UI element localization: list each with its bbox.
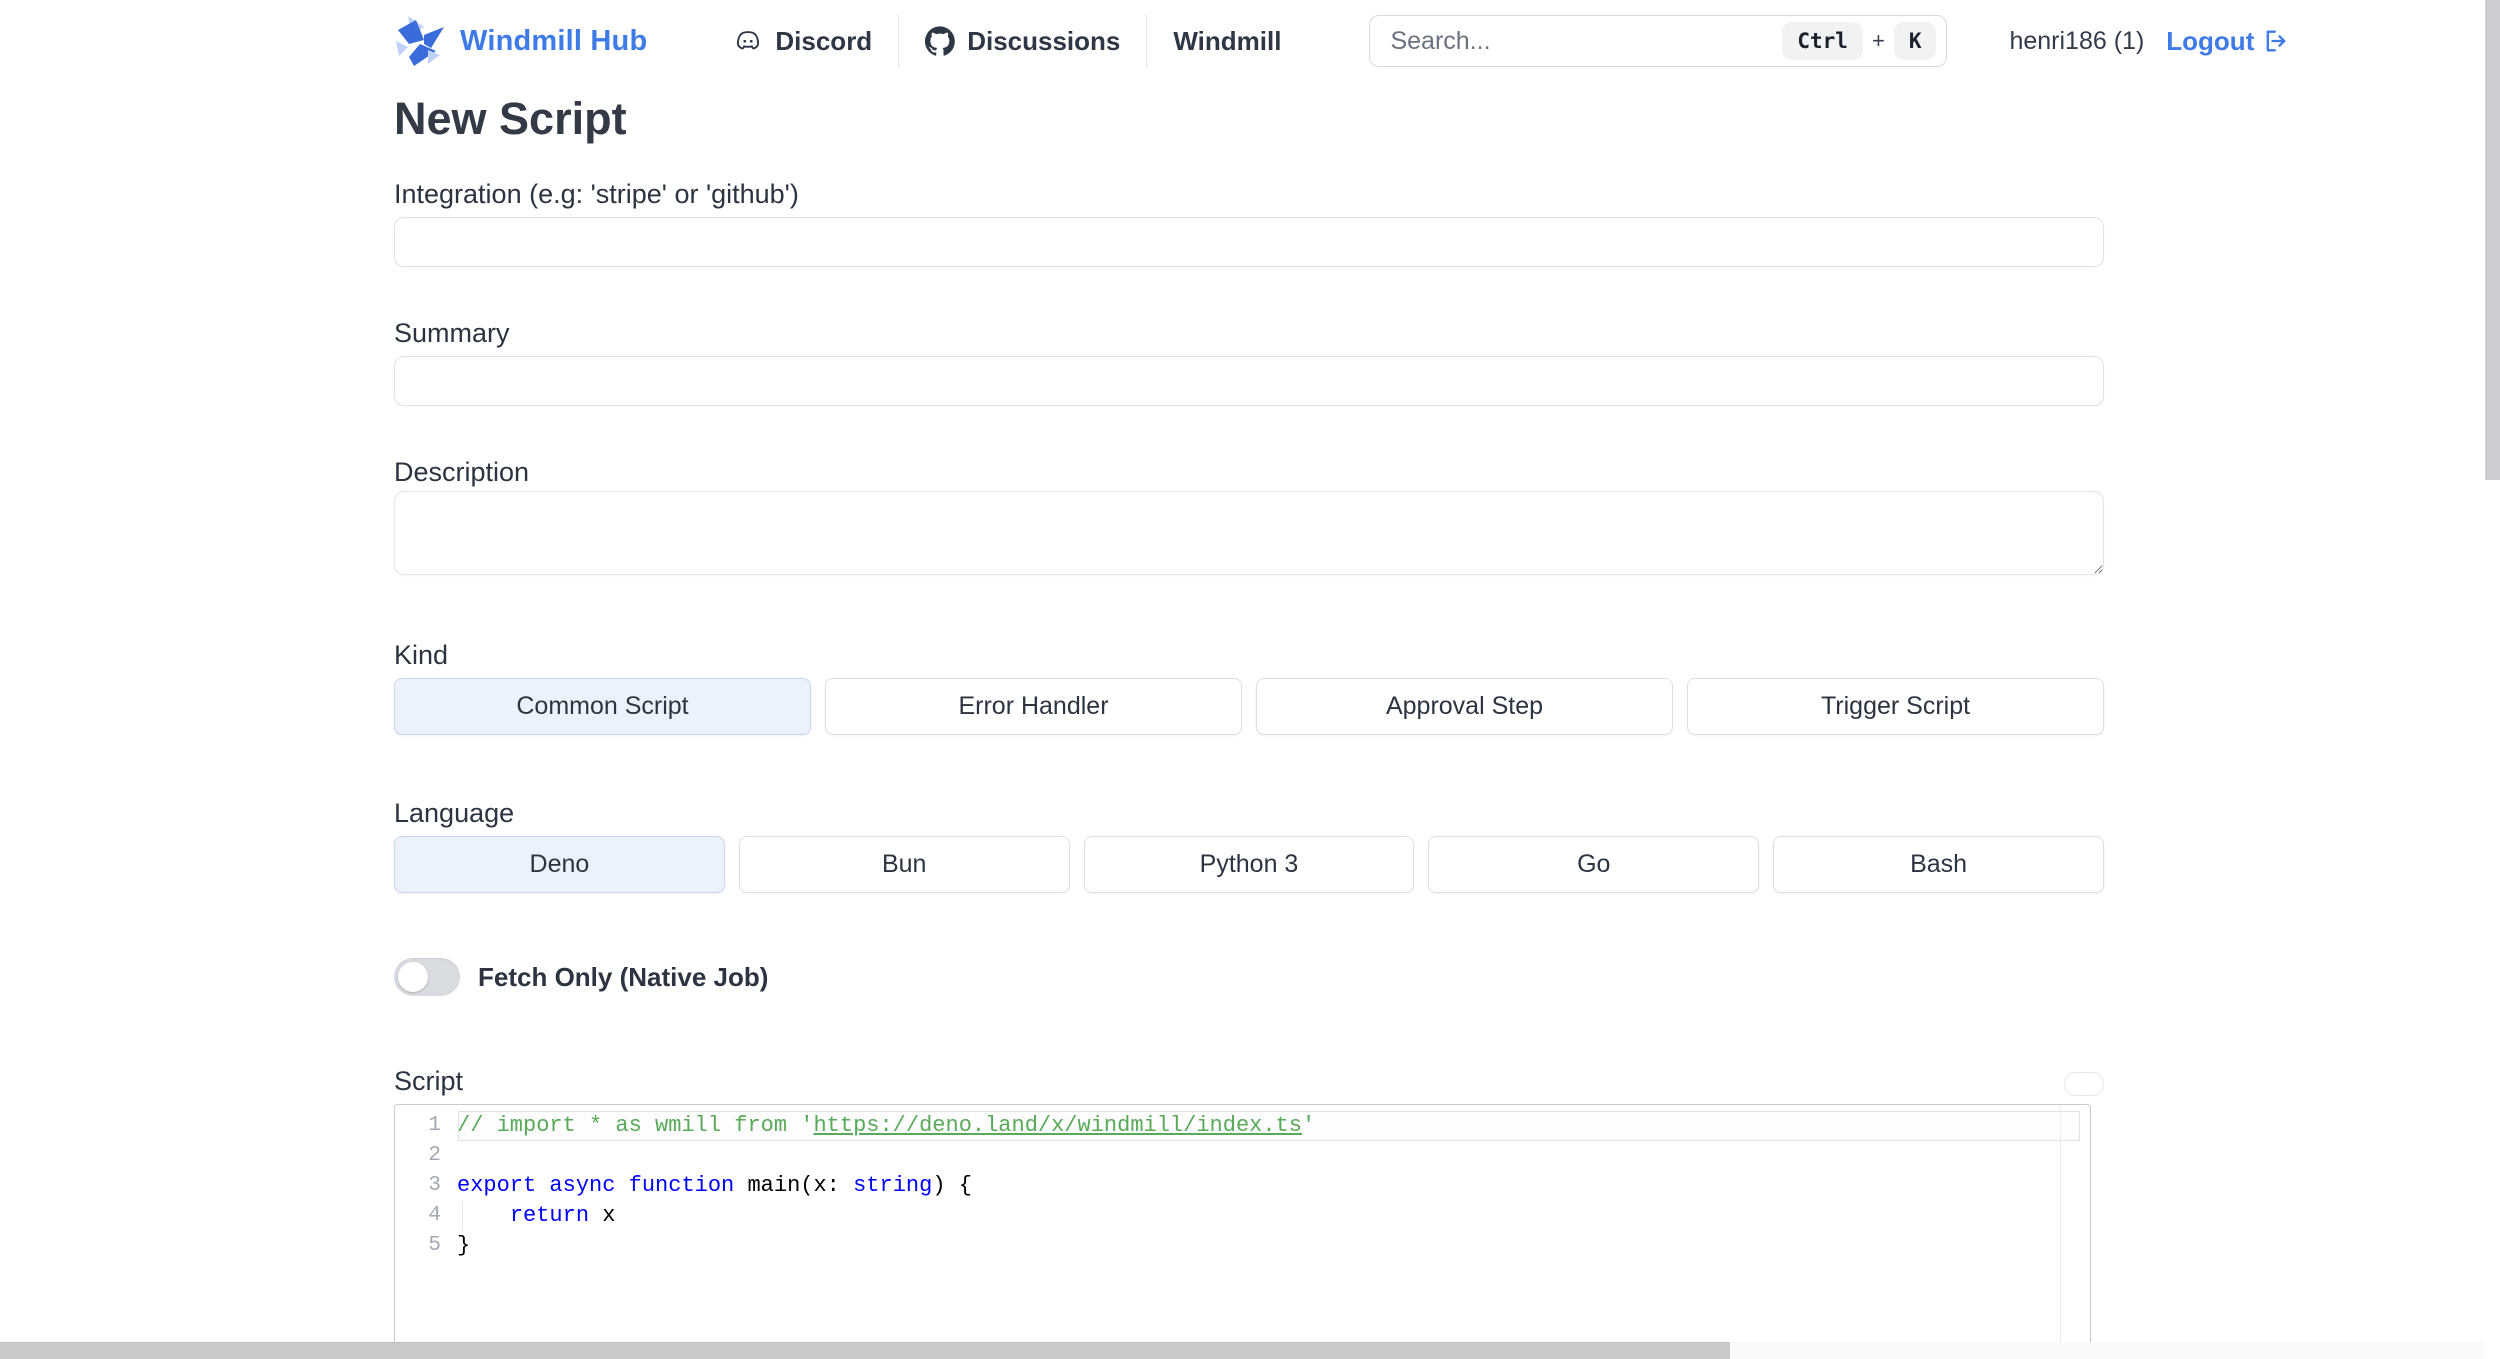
language-option-bash[interactable]: Bash: [1773, 836, 2104, 893]
language-label: Language: [394, 798, 515, 828]
brand-name: Windmill Hub: [460, 24, 648, 57]
integration-label: Integration (e.g: 'stripe' or 'github'): [394, 179, 799, 209]
line-number: 1: [428, 1114, 441, 1137]
editor-toggle[interactable]: [2064, 1072, 2104, 1096]
nav-divider: [898, 14, 900, 68]
code-editor[interactable]: 1 // import * as wmill from 'https://deno…: [394, 1104, 2091, 1359]
description-textarea[interactable]: [394, 491, 2104, 575]
nav-item-label: Discussions: [967, 25, 1121, 56]
language-option-python3[interactable]: Python 3: [1083, 836, 1415, 893]
language-option-go[interactable]: Go: [1428, 836, 1760, 893]
editor-scrollbar-divider: [2060, 1105, 2061, 1359]
code-line[interactable]: 4 return x: [395, 1201, 2090, 1231]
script-label: Script: [394, 1066, 464, 1096]
fetch-only-toggle[interactable]: [394, 958, 460, 996]
kind-option-common-script[interactable]: Common Script: [394, 678, 811, 735]
user-area: henri186 (1) Logout: [2009, 26, 2290, 57]
discord-icon: [737, 31, 760, 50]
line-number: 4: [428, 1204, 441, 1227]
github-icon: [925, 26, 956, 56]
horizontal-scrollbar[interactable]: [0, 1342, 2485, 1359]
language-option-deno[interactable]: Deno: [394, 836, 725, 893]
code-line[interactable]: 1 // import * as wmill from 'https://deno…: [395, 1111, 2090, 1141]
code-text: export async function main(x: string) {: [457, 1173, 972, 1198]
nav-item-discord[interactable]: Discord: [733, 26, 872, 57]
description-label: Description: [394, 457, 530, 487]
header: Windmill Hub Discord Discussions Windmil…: [0, 0, 2500, 82]
line-number: 3: [428, 1174, 441, 1197]
nav-item-label: Windmill: [1173, 25, 1282, 56]
line-number: 5: [428, 1234, 441, 1257]
kind-options: Common Script Error Handler Approval Ste…: [394, 678, 2104, 735]
code-text: }: [457, 1233, 471, 1258]
line-number: 2: [428, 1144, 441, 1167]
username: henri186 (1): [2009, 26, 2145, 55]
toggle-knob: [398, 962, 428, 992]
editor-code-area: 1 // import * as wmill from 'https://deno…: [395, 1111, 2090, 1261]
kind-option-error-handler[interactable]: Error Handler: [825, 678, 1242, 735]
windmill-logo-icon: [396, 16, 444, 66]
fetch-only-row: Fetch Only (Native Job): [394, 958, 2104, 996]
code-line[interactable]: 5}: [395, 1231, 2090, 1261]
script-header-row: Script: [394, 1066, 2104, 1096]
code-text: // import * as wmill from 'https://deno.…: [457, 1113, 1316, 1138]
logout-button[interactable]: Logout: [2166, 26, 2290, 57]
kbd-k: K: [1893, 22, 1937, 60]
nav-item-label: Discord: [775, 25, 873, 56]
brand-link[interactable]: Windmill Hub: [394, 14, 647, 68]
kind-label: Kind: [394, 640, 449, 670]
code-text: return x: [509, 1203, 616, 1228]
code-line[interactable]: 2: [395, 1141, 2090, 1171]
language-option-bun[interactable]: Bun: [738, 836, 1070, 893]
fetch-only-label: Fetch Only (Native Job): [478, 961, 769, 992]
logout-label: Logout: [2166, 25, 2255, 56]
kind-option-approval-step[interactable]: Approval Step: [1256, 678, 1673, 735]
nav-item-discussions[interactable]: Discussions: [925, 26, 1120, 57]
search-box[interactable]: Ctrl + K: [1369, 15, 1948, 67]
logout-icon: [2267, 30, 2286, 52]
language-options: Deno Bun Python 3 Go Bash: [394, 836, 2104, 893]
summary-input[interactable]: [394, 356, 2104, 406]
main-content: New Script Integration (e.g: 'stripe' or…: [394, 96, 2104, 1359]
vertical-scrollbar-thumb[interactable]: [2485, 0, 2500, 480]
nav-divider: [1146, 14, 1148, 68]
horizontal-scrollbar-thumb[interactable]: [0, 1342, 1730, 1359]
integration-input[interactable]: [394, 217, 2104, 267]
kbd-separator: +: [1871, 28, 1885, 53]
page-title: New Script: [394, 93, 627, 144]
header-nav: Discord Discussions Windmill: [733, 14, 1281, 68]
search-input[interactable]: [1390, 26, 1783, 56]
summary-label: Summary: [394, 318, 510, 348]
kind-option-trigger-script[interactable]: Trigger Script: [1687, 678, 2104, 735]
nav-item-windmill[interactable]: Windmill: [1173, 26, 1281, 57]
kbd-ctrl: Ctrl: [1782, 22, 1863, 60]
code-line[interactable]: 3 export async function main(x: string) {: [395, 1171, 2090, 1201]
